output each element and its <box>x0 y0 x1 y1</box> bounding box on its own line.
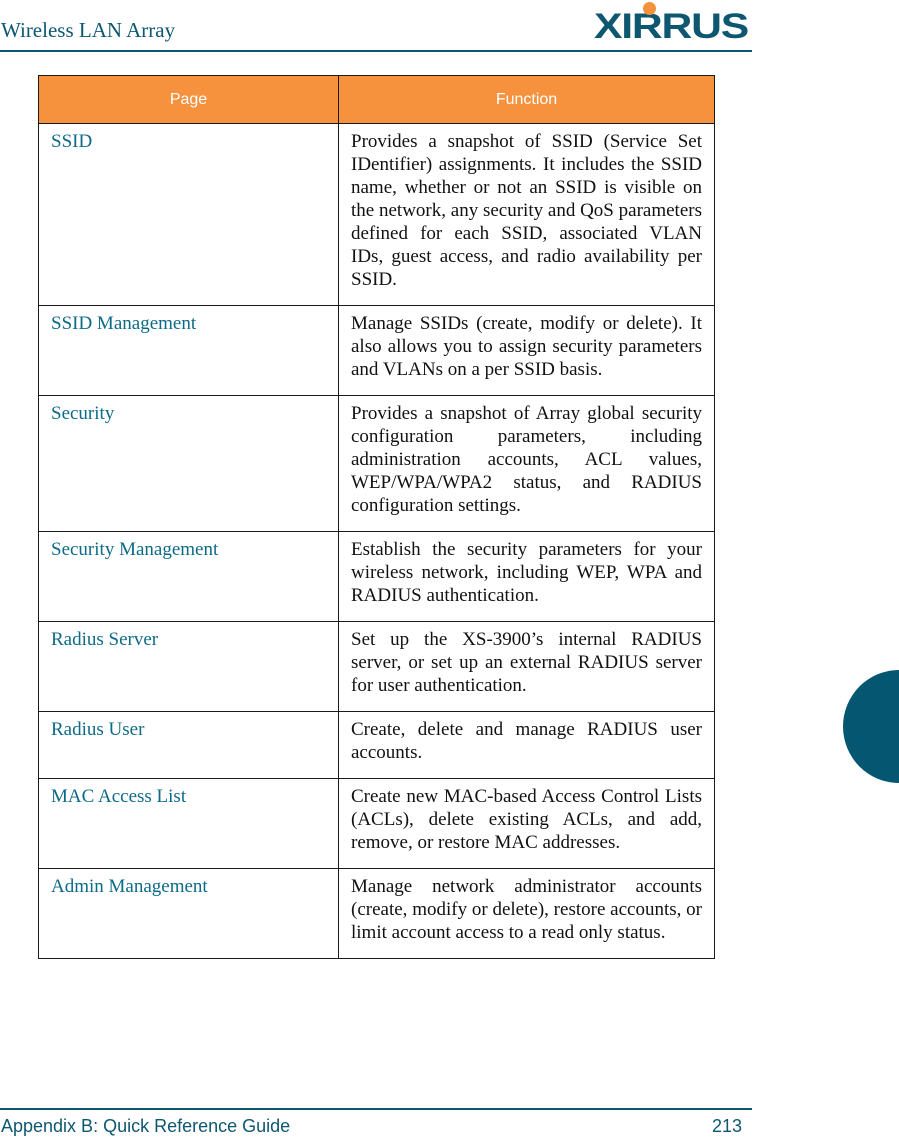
quick-reference-table: Page Function SSID Provides a snapshot o… <box>38 75 715 959</box>
table-row: MAC Access List Create new MAC-based Acc… <box>38 778 715 869</box>
footer-divider <box>0 1108 752 1110</box>
table-row: Admin Management Manage network administ… <box>38 868 715 959</box>
table-row: SSID Management Manage SSIDs (create, mo… <box>38 305 715 396</box>
page-link-radius-user[interactable]: Radius User <box>38 711 339 779</box>
page-link-ssid[interactable]: SSID <box>38 123 339 306</box>
function-description: Set up the XS-3900’s internal RADIUS ser… <box>338 621 715 712</box>
function-description: Create new MAC-based Access Control List… <box>338 778 715 869</box>
page-link-mac-access-list[interactable]: MAC Access List <box>38 778 339 869</box>
logo-dot-icon <box>643 2 656 15</box>
column-header-function: Function <box>338 75 715 124</box>
footer-section-title: Appendix B: Quick Reference Guide <box>1 1116 291 1136</box>
page-link-radius-server[interactable]: Radius Server <box>38 621 339 712</box>
column-header-page: Page <box>38 75 339 124</box>
table-header-row: Page Function <box>38 75 715 124</box>
chapter-tab-marker <box>843 670 899 783</box>
half-circle-tab-icon <box>843 670 899 783</box>
header-divider <box>0 50 752 52</box>
logo-wordmark: XIRRUS <box>594 7 749 46</box>
function-description: Manage SSIDs (create, modify or delete).… <box>338 305 715 396</box>
function-description: Create, delete and manage RADIUS user ac… <box>338 711 715 779</box>
page-link-security[interactable]: Security <box>38 395 339 532</box>
page-link-ssid-management[interactable]: SSID Management <box>38 305 339 396</box>
table-row: Security Provides a snapshot of Array gl… <box>38 395 715 532</box>
function-description: Establish the security parameters for yo… <box>338 531 715 622</box>
xirrus-logo: XIRRUS <box>594 2 750 46</box>
table-row: Radius User Create, delete and manage RA… <box>38 711 715 779</box>
function-description: Provides a snapshot of SSID (Service Set… <box>338 123 715 306</box>
page-link-security-management[interactable]: Security Management <box>38 531 339 622</box>
table-row: Security Management Establish the securi… <box>38 531 715 622</box>
function-description: Manage network administrator accounts (c… <box>338 868 715 959</box>
table-row: Radius Server Set up the XS-3900’s inter… <box>38 621 715 712</box>
document-title: Wireless LAN Array <box>1 18 176 42</box>
table-row: SSID Provides a snapshot of SSID (Servic… <box>38 123 715 306</box>
function-description: Provides a snapshot of Array global secu… <box>338 395 715 532</box>
page-number: 213 <box>712 1116 743 1136</box>
page-link-admin-management[interactable]: Admin Management <box>38 868 339 959</box>
